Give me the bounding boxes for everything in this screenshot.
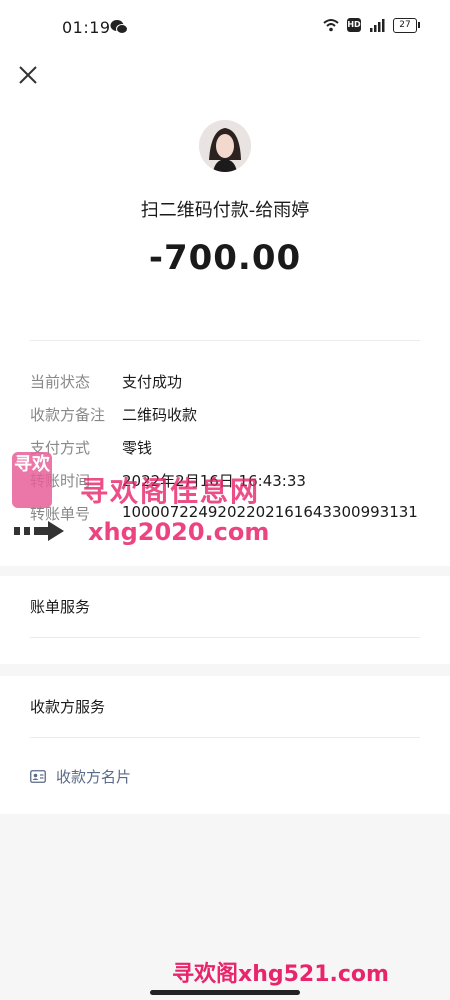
info-value: 二维码收款 — [122, 406, 198, 424]
bill-service-title[interactable]: 账单服务 — [30, 596, 90, 617]
info-row-status: 当前状态 支付成功 — [30, 371, 182, 395]
status-bar: 01:19 HD 27 — [0, 0, 450, 56]
close-icon[interactable] — [15, 62, 41, 88]
battery-icon: 27 — [393, 17, 420, 33]
payee-card-label[interactable]: 收款方名片 — [56, 766, 131, 787]
status-icons: HD 27 — [322, 16, 420, 34]
divider — [30, 737, 420, 738]
divider — [30, 637, 420, 638]
info-row-payee-note: 收款方备注 二维码收款 — [30, 404, 197, 428]
watermark-text: 寻欢阁佳息网 — [80, 475, 261, 508]
hd-icon: HD — [347, 18, 361, 32]
battery-level: 27 — [393, 17, 417, 33]
info-value: 零钱 — [122, 439, 153, 457]
avatar — [199, 120, 251, 172]
arrow-right-icon — [14, 521, 64, 541]
info-label: 当前状态 — [30, 373, 91, 391]
transaction-amount: -700.00 — [148, 238, 302, 278]
4g-signal-icon — [370, 19, 385, 32]
contact-card-icon — [30, 770, 46, 783]
info-label: 收款方备注 — [30, 406, 106, 424]
divider — [30, 340, 420, 341]
payee-service-section: 收款方服务 — [0, 676, 450, 814]
bill-service-section[interactable]: 账单服务 — [0, 576, 450, 664]
payee-card-link[interactable]: 收款方名片 — [30, 766, 131, 787]
wechat-icon — [110, 20, 128, 34]
wifi-icon — [323, 19, 339, 32]
transaction-title: 扫二维码付款-给雨婷 — [140, 200, 310, 221]
watermark-logo: 寻欢 — [12, 452, 52, 508]
payee-service-title: 收款方服务 — [30, 698, 106, 716]
watermark-bottom: 寻欢阁xhg521.com — [172, 962, 389, 987]
home-indicator[interactable] — [150, 990, 300, 995]
watermark-url: xhg2020.com — [88, 518, 270, 546]
info-value: 支付成功 — [122, 373, 183, 391]
status-time: 01:19 — [62, 18, 111, 37]
